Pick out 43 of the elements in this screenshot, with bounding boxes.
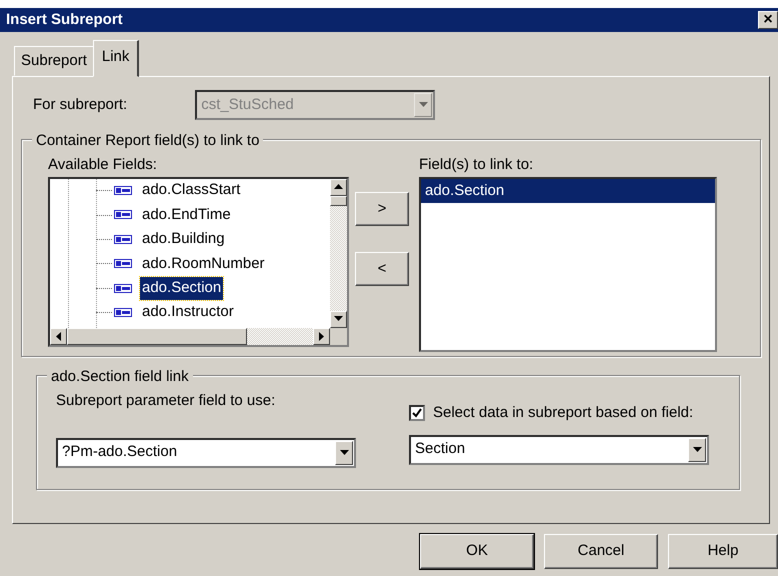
scrollbar-thumb[interactable] bbox=[330, 196, 347, 206]
field-icon bbox=[114, 234, 132, 244]
list-item[interactable]: ado.Section bbox=[421, 178, 715, 202]
move-button[interactable]: > bbox=[355, 192, 409, 226]
field-icon bbox=[114, 308, 132, 317]
checkbox-label: Select data in subreport based on field: bbox=[433, 403, 694, 423]
dialog-title: Insert Subreport bbox=[6, 10, 123, 30]
tab[interactable]: Subreport bbox=[14, 46, 94, 76]
checkbox[interactable] bbox=[409, 405, 425, 422]
horizontal-scrollbar[interactable] bbox=[50, 328, 347, 344]
close-button[interactable]: × bbox=[758, 11, 778, 29]
dialog-button[interactable]: OK bbox=[420, 534, 534, 569]
parameter-dropdown[interactable]: ?Pm-ado.Section bbox=[56, 438, 356, 468]
tree-item[interactable]: ado.EndTime bbox=[140, 204, 233, 226]
vertical-scrollbar[interactable] bbox=[330, 178, 347, 328]
tree-item[interactable]: ado.ClassStart bbox=[140, 179, 242, 202]
dialog-button[interactable]: Help bbox=[668, 534, 778, 569]
field-icon bbox=[114, 259, 132, 268]
scrollbar-thumb[interactable] bbox=[67, 328, 247, 344]
list-label: Available Fields: bbox=[48, 155, 158, 175]
field-label: For subreport: bbox=[33, 94, 128, 115]
scroll-left-icon bbox=[56, 332, 62, 340]
field-icon bbox=[114, 186, 132, 195]
dialog-button[interactable]: Cancel bbox=[544, 534, 658, 569]
tab[interactable]: Link bbox=[92, 40, 140, 77]
dropdown-arrow-icon bbox=[418, 102, 428, 108]
scroll-right-icon bbox=[318, 332, 324, 340]
dropdown-arrow-icon bbox=[692, 446, 702, 452]
scroll-up-icon bbox=[334, 184, 343, 190]
field-tree[interactable]: ado.ClassStart ado.EndTime ado.Building ado.RoomNumber ado.Section ado.Instructor bbox=[48, 176, 349, 346]
move-button[interactable]: < bbox=[355, 252, 409, 286]
scroll-down-icon bbox=[334, 316, 343, 322]
linked-fields-list[interactable]: ado.Section bbox=[419, 176, 717, 352]
field-icon bbox=[114, 284, 132, 293]
tree-item[interactable]: ado.Section bbox=[140, 277, 224, 300]
field-icon bbox=[114, 210, 132, 220]
tree-item[interactable]: ado.Instructor bbox=[140, 301, 236, 324]
tree-item[interactable]: ado.Building bbox=[140, 228, 227, 251]
tree-item[interactable]: ado.RoomNumber bbox=[140, 252, 267, 276]
dropdown-arrow-icon bbox=[340, 450, 348, 456]
list-label: Field(s) to link to: bbox=[419, 155, 534, 175]
field-label: Subreport parameter field to use: bbox=[56, 391, 276, 411]
field-dropdown[interactable]: Section bbox=[409, 434, 709, 464]
